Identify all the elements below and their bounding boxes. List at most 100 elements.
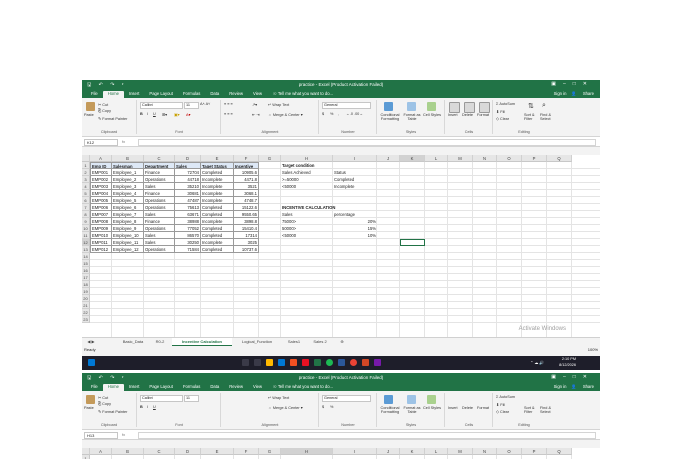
column-header[interactable]: H [281, 448, 333, 455]
row-header[interactable]: 3 [82, 176, 90, 183]
column-header[interactable]: G [259, 155, 281, 162]
column-header[interactable]: O [497, 448, 522, 455]
table-cell[interactable]: Incomplete [201, 183, 234, 190]
table-cell[interactable]: Employee_7 [112, 211, 144, 218]
zoom-level[interactable]: 100% [588, 346, 598, 353]
table-cell[interactable]: Completed [201, 232, 234, 239]
format-button[interactable]: Format [477, 113, 489, 117]
tab-page-layout[interactable]: Page Layout [144, 91, 178, 98]
spotify-icon[interactable] [326, 359, 333, 366]
fill-color-icon[interactable]: ▣▾ [174, 112, 180, 117]
table-cell[interactable]: Operations [144, 176, 175, 183]
table-cell[interactable]: EMP010 [90, 232, 112, 239]
table-cell[interactable]: EMP003 [90, 183, 112, 190]
table-cell[interactable]: EMP006 [90, 204, 112, 211]
font-name-select[interactable]: Calibri [140, 102, 183, 109]
row-header[interactable]: 17 [82, 274, 90, 281]
indent-icon[interactable]: ⇤ ⇥ [252, 112, 259, 117]
cell-styles-icon[interactable] [427, 395, 436, 404]
row-header[interactable]: 2 [82, 169, 90, 176]
table-cell[interactable]: EMP004 [90, 190, 112, 197]
target-condition-key[interactable]: Sales Achieved [281, 169, 333, 176]
column-header[interactable]: G [259, 448, 281, 455]
table-cell[interactable]: 86570 [175, 232, 201, 239]
column-header[interactable]: D [175, 155, 201, 162]
table-cell[interactable]: 3898.8 [234, 218, 259, 225]
orientation-icon[interactable]: ↗▾ [252, 102, 257, 107]
table-cell[interactable]: Sales [144, 183, 175, 190]
table-cell[interactable]: 47487 [175, 197, 201, 204]
column-header[interactable]: A [90, 448, 112, 455]
table-header-cell[interactable]: Sales [175, 162, 201, 169]
select-all-corner[interactable] [82, 155, 90, 162]
youtube-icon[interactable] [302, 359, 309, 366]
sort-filter-button[interactable]: Sort & Filter [524, 113, 540, 121]
font-size-select-2[interactable]: 11 [184, 395, 199, 402]
tab-file[interactable]: File [86, 91, 103, 98]
clock-date[interactable]: 8/12/2026 [559, 363, 576, 367]
table-cell[interactable]: Finance [144, 190, 175, 197]
copy-button[interactable]: ⎘ Copy [98, 109, 111, 113]
row-header[interactable]: 16 [82, 267, 90, 274]
incentive-calc-title[interactable]: INCENTIVE CALCULATION [281, 204, 377, 211]
italic-button[interactable]: I [147, 112, 148, 116]
delete-button-2[interactable]: Delete [462, 406, 473, 410]
font-name-select-2[interactable]: Calibri [140, 395, 183, 402]
target-condition-value[interactable]: Incomplete [333, 183, 377, 190]
column-header[interactable]: E [201, 448, 234, 455]
name-box-2[interactable]: H13 [84, 432, 118, 439]
find-select-button[interactable]: Find & Select [540, 113, 554, 121]
incentive-key[interactable]: <50000 [281, 232, 333, 239]
row-header[interactable]: 21 [82, 302, 90, 309]
incentive-value[interactable]: 15% [333, 225, 377, 232]
onenote-icon[interactable] [374, 359, 381, 366]
incentive-value[interactable]: 20% [333, 218, 377, 225]
row-header[interactable]: 6 [82, 197, 90, 204]
tab-file-2[interactable]: File [86, 384, 103, 391]
table-header-cell[interactable]: Emp ID [90, 162, 112, 169]
target-condition-value[interactable]: Status [333, 169, 377, 176]
column-header[interactable]: Q [547, 155, 572, 162]
row-header[interactable]: 11 [82, 232, 90, 239]
active-cell-selection[interactable] [400, 239, 425, 246]
formula-input[interactable] [138, 139, 596, 146]
table-cell[interactable]: Employee_1 [112, 169, 144, 176]
chrome-icon[interactable] [350, 359, 357, 366]
cut-button[interactable]: ✂ Cut [98, 102, 108, 107]
conditional-formatting-button-2[interactable]: Conditional Formatting [378, 406, 402, 414]
column-header[interactable]: L [425, 448, 448, 455]
window-controls[interactable]: ▣–□✕ [551, 81, 594, 87]
table-cell[interactable]: EMP007 [90, 211, 112, 218]
table-cell[interactable]: 4748.7 [234, 197, 259, 204]
table-cell[interactable]: 3521 [234, 183, 259, 190]
table-cell[interactable]: Employee_11 [112, 239, 144, 246]
insert-cells-icon[interactable] [449, 102, 460, 113]
spreadsheet-grid[interactable]: A B C D E F G H I J K L M N O P Q 1 2 3 4 5 6 7 8 9 10 11 12 13 14 15 16… [82, 155, 600, 337]
select-all-corner[interactable] [82, 448, 90, 455]
format-table-icon[interactable] [407, 395, 416, 404]
format-table-button-2[interactable]: Format as Table [402, 406, 422, 414]
sheet-tab[interactable]: Sales 2 [308, 338, 332, 345]
fill-button[interactable]: ⬇ Fill [496, 109, 505, 114]
cell-styles-button[interactable]: Cell Styles [423, 113, 441, 117]
table-cell[interactable]: EMP002 [90, 176, 112, 183]
number-format-select-2[interactable]: General [322, 395, 371, 402]
borders-icon[interactable]: ⊞▾ [162, 112, 167, 117]
cell-styles-button-2[interactable]: Cell Styles [423, 406, 441, 410]
delete-cells-icon[interactable] [464, 102, 475, 113]
table-cell[interactable]: 30681 [175, 190, 201, 197]
table-cell[interactable]: 3068.1 [234, 190, 259, 197]
share-button-2[interactable]: 👤 Share [571, 384, 594, 389]
format-painter-button[interactable]: ✎ Format Painter [98, 116, 127, 121]
column-header[interactable]: K [400, 155, 425, 162]
tab-page-layout-2[interactable]: Page Layout [144, 384, 178, 391]
find-icon[interactable]: ⌕ [542, 102, 546, 110]
share-button[interactable]: 👤 Share [571, 91, 594, 96]
underline-button-2[interactable]: U [153, 405, 156, 409]
powerpoint-icon[interactable] [362, 359, 369, 366]
row-header[interactable]: 1 [82, 162, 90, 169]
sort-filter-icon[interactable]: ⇅ [528, 102, 534, 110]
table-cell[interactable]: 9550.65 [234, 211, 259, 218]
incentive-value[interactable]: 10% [333, 232, 377, 239]
paste-icon[interactable] [86, 395, 95, 404]
